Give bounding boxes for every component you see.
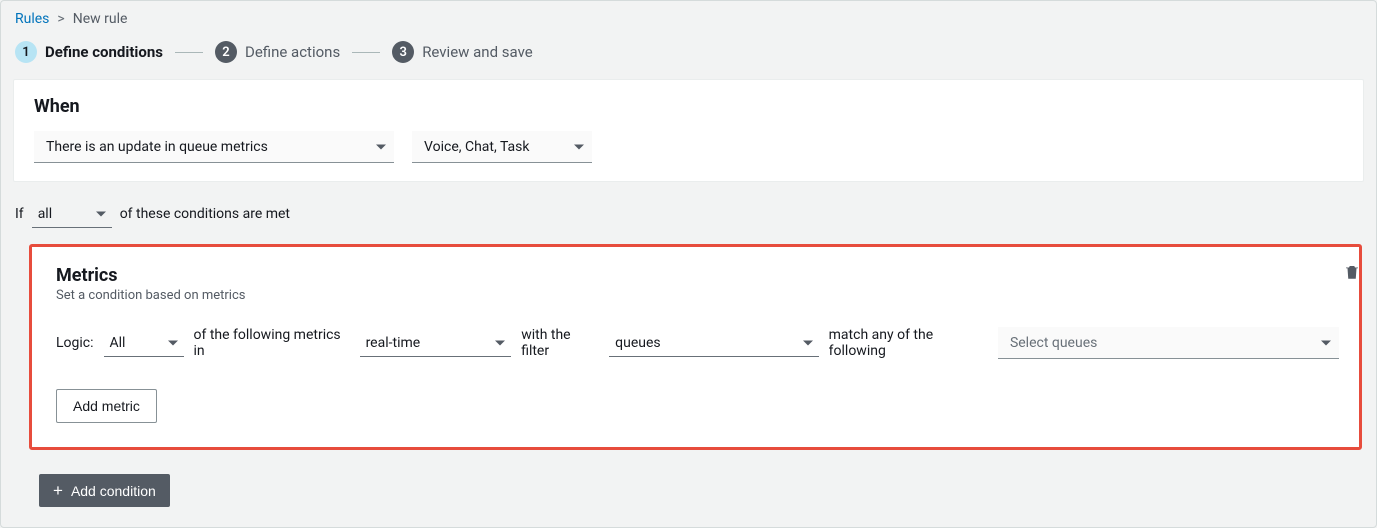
wizard-steps: 1 Define conditions 2 Define actions 3 R…: [1, 33, 1376, 79]
channels-value: Voice, Chat, Task: [424, 139, 529, 155]
breadcrumb-root-link[interactable]: Rules: [15, 11, 49, 27]
wizard-step-1[interactable]: 1 Define conditions: [15, 41, 163, 63]
add-condition-button[interactable]: + Add condition: [39, 474, 170, 507]
breadcrumb-current: New rule: [73, 11, 128, 27]
metrics-title: Metrics: [56, 265, 245, 286]
caret-down-icon: [96, 211, 106, 216]
step-number: 3: [392, 41, 414, 63]
metrics-subtitle: Set a condition based on metrics: [56, 288, 245, 303]
if-conditions-row: If all of these conditions are met: [1, 194, 1376, 238]
chevron-right-icon: >: [57, 11, 64, 27]
wizard-step-3[interactable]: 3 Review and save: [392, 41, 533, 63]
add-metric-button[interactable]: Add metric: [56, 389, 157, 423]
plus-icon: +: [53, 482, 63, 499]
logic-text-2: with the filter: [521, 327, 599, 359]
queues-placeholder: Select queues: [1010, 335, 1097, 351]
wizard-step-2[interactable]: 2 Define actions: [215, 41, 340, 63]
caret-down-icon: [495, 340, 505, 345]
filter-value: queues: [615, 335, 660, 351]
add-condition-label: Add condition: [71, 483, 156, 499]
timeframe-value: real-time: [366, 335, 421, 351]
step-label: Review and save: [422, 43, 533, 61]
step-label: Define conditions: [45, 43, 163, 61]
channels-dropdown[interactable]: Voice, Chat, Task: [412, 131, 592, 163]
breadcrumb: Rules > New rule: [1, 1, 1376, 33]
if-mode-dropdown[interactable]: all: [32, 200, 112, 228]
logic-value: All: [110, 335, 126, 351]
trash-icon: [1343, 263, 1361, 281]
delete-condition-icon[interactable]: [1343, 263, 1361, 285]
if-prefix: If: [15, 206, 24, 222]
step-number: 2: [215, 41, 237, 63]
if-suffix: of these conditions are met: [120, 206, 290, 222]
logic-label: Logic:: [56, 335, 94, 351]
when-card: When There is an update in queue metrics…: [13, 79, 1364, 182]
step-connector: [352, 52, 380, 53]
timeframe-dropdown[interactable]: real-time: [360, 329, 512, 357]
caret-down-icon: [1321, 340, 1331, 345]
trigger-dropdown[interactable]: There is an update in queue metrics: [34, 131, 394, 163]
logic-text-3: match any of the following: [829, 327, 988, 359]
trigger-value: There is an update in queue metrics: [46, 139, 268, 155]
if-mode-value: all: [38, 206, 52, 222]
when-title: When: [34, 96, 1343, 117]
step-connector: [175, 52, 203, 53]
caret-down-icon: [168, 340, 178, 345]
queues-select[interactable]: Select queues: [998, 327, 1339, 359]
step-label: Define actions: [245, 43, 340, 61]
caret-down-icon: [376, 144, 386, 149]
step-number: 1: [15, 41, 37, 63]
filter-dropdown[interactable]: queues: [609, 329, 819, 357]
caret-down-icon: [803, 340, 813, 345]
metrics-condition-card: Metrics Set a condition based on metrics…: [29, 244, 1362, 450]
caret-down-icon: [574, 144, 584, 149]
logic-dropdown[interactable]: All: [104, 329, 184, 357]
logic-text-1: of the following metrics in: [194, 327, 350, 359]
